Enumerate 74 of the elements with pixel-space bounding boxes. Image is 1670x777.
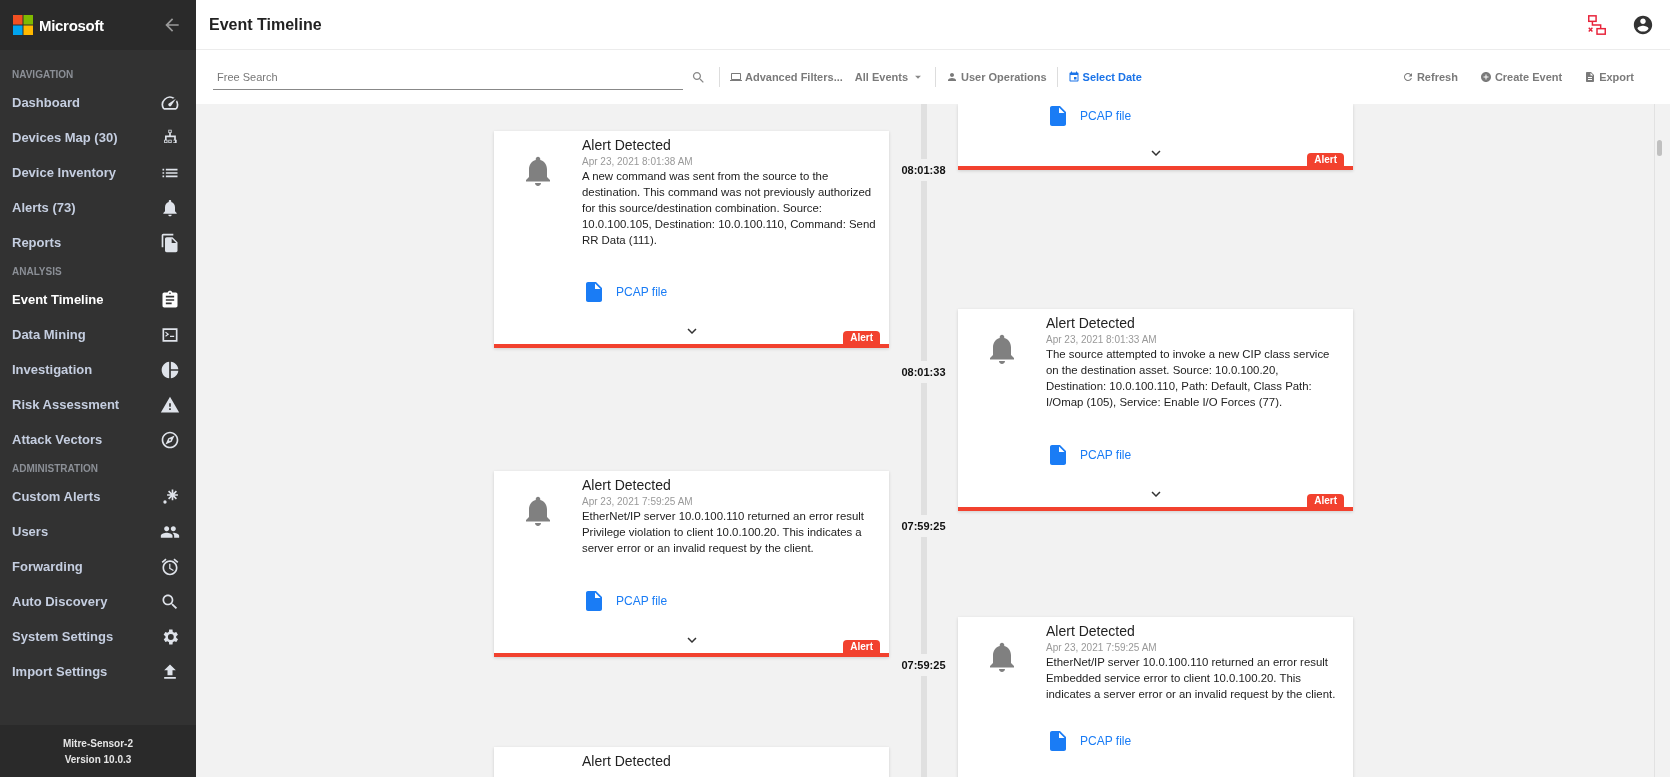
event-description: EtherNet/IP server 10.0.100.110 returned an error result Privilege violation to client 10.0.100.20. This indicates a server error or an invalid request by the client. bbox=[582, 509, 865, 556]
alert-tag: Alert bbox=[843, 640, 880, 653]
brand-name: Microsoft bbox=[39, 16, 104, 34]
timestamp-label: 07:59:25 bbox=[901, 515, 946, 537]
nav-item[interactable]: Alerts (73) bbox=[0, 190, 196, 225]
nav-item[interactable]: Investigation bbox=[0, 352, 196, 387]
event-date: Apr 23, 2021 7:59:25 AM bbox=[1046, 642, 1158, 653]
nav-item[interactable]: Risk Assessment bbox=[0, 387, 196, 422]
clipboard-icon bbox=[160, 289, 180, 310]
events-dropdown[interactable]: All Events bbox=[848, 70, 931, 84]
nav-item[interactable]: Users bbox=[0, 514, 196, 549]
action-button[interactable]: Refresh bbox=[1395, 71, 1464, 83]
nav-item[interactable]: Device Inventory bbox=[0, 155, 196, 190]
event-description: The source attempted to invoke a new CIP class service on the destination asset. Source: 10.0.100.20, Destination: 10.0.100.110, Path: Default, Class Path: I/Omap (105), Service: Enable I/O Forces (77). bbox=[1046, 347, 1331, 410]
documents-icon bbox=[160, 232, 180, 253]
timestamp-label: 08:01:38 bbox=[901, 159, 946, 181]
nav-item[interactable]: Dashboard bbox=[0, 85, 196, 120]
nav-section-heading: ANALYSIS bbox=[11, 265, 63, 279]
laptop-icon bbox=[730, 71, 742, 83]
nav-item[interactable]: System Settings bbox=[0, 619, 196, 654]
document-icon bbox=[1584, 71, 1597, 83]
nav-section-heading: ADMINISTRATION bbox=[11, 462, 99, 476]
search-icon[interactable] bbox=[691, 69, 706, 85]
event-title: Alert Detected bbox=[1046, 315, 1136, 331]
event-description: A new command was sent from the source to the destination. This command was not previously authorized for this source/destination combination. Source: 10.0.100.105, Destination: 10.0.100.110, Command: Send RR Data (111). bbox=[582, 169, 877, 248]
compass-icon bbox=[160, 429, 180, 450]
scrollbar[interactable] bbox=[1654, 104, 1662, 777]
alert-tag: Alert bbox=[1307, 494, 1344, 507]
windows-logo-icon bbox=[13, 15, 33, 35]
pcap-file-link[interactable]: PCAP file bbox=[616, 285, 668, 299]
sensor-info-text: Mitre-Sensor-2 bbox=[63, 737, 133, 749]
bell-icon bbox=[160, 197, 180, 218]
nav-section-heading: NAVIGATION bbox=[11, 68, 75, 82]
nav-item[interactable]: Devices Map (30) bbox=[0, 120, 196, 155]
pie-chart-icon bbox=[160, 359, 180, 380]
scrollbar-thumb[interactable] bbox=[1657, 140, 1662, 156]
event-title: Alert Detected bbox=[582, 137, 672, 153]
nav-item[interactable]: Custom Alerts bbox=[0, 479, 196, 514]
nav-item[interactable]: Event Timeline bbox=[0, 282, 196, 317]
event-title: Alert Detected bbox=[582, 753, 672, 769]
filter-button[interactable]: Advanced Filters... bbox=[724, 71, 849, 83]
pcap-file-link[interactable]: PCAP file bbox=[1080, 109, 1132, 123]
nav-item[interactable]: Import Settings bbox=[0, 654, 196, 689]
alert-tag: Alert bbox=[843, 331, 880, 344]
sensor-info-text: Version 10.0.3 bbox=[64, 753, 132, 765]
timestamp-label: 08:01:33 bbox=[901, 361, 946, 383]
event-description: EtherNet/IP server 10.0.100.110 returned an error result Embedded service error to client 10.0.100.20. This indicates a server error or an invalid request by the client. bbox=[1046, 655, 1337, 702]
pcap-file-link[interactable]: PCAP file bbox=[1080, 448, 1132, 462]
event-date: Apr 23, 2021 8:01:33 AM bbox=[1046, 334, 1158, 345]
filter-button[interactable]: User Operations bbox=[940, 71, 1053, 83]
nav-item[interactable]: Attack Vectors bbox=[0, 422, 196, 457]
action-button[interactable]: Create Event bbox=[1473, 71, 1569, 83]
alarm-clock-icon bbox=[160, 556, 180, 577]
calendar-icon bbox=[1067, 71, 1080, 83]
refresh-icon bbox=[1401, 71, 1414, 83]
filter-button[interactable]: Select Date bbox=[1061, 71, 1148, 83]
timestamp-label: 07:59:25 bbox=[901, 654, 946, 676]
pcap-file-link[interactable]: PCAP file bbox=[616, 594, 668, 608]
page-title: Event Timeline bbox=[209, 15, 323, 34]
network-error-icon[interactable] bbox=[1586, 13, 1608, 36]
nav-item[interactable]: Forwarding bbox=[0, 549, 196, 584]
event-date: Apr 23, 2021 7:59:25 AM bbox=[582, 496, 694, 507]
event-title: Alert Detected bbox=[582, 477, 672, 493]
nav-item[interactable]: Reports bbox=[0, 225, 196, 260]
search-field[interactable]: Free Search bbox=[213, 64, 683, 90]
nav-item[interactable]: Data Mining bbox=[0, 317, 196, 352]
alert-tag: Alert bbox=[1307, 153, 1344, 166]
action-button[interactable]: Export bbox=[1578, 71, 1640, 83]
nav-item[interactable]: Auto Discovery bbox=[0, 584, 196, 619]
event-date: Apr 23, 2021 8:01:38 AM bbox=[582, 156, 694, 167]
event-title: Alert Detected bbox=[1046, 623, 1136, 639]
pcap-file-link[interactable]: PCAP file bbox=[1080, 734, 1132, 748]
person-icon bbox=[946, 71, 958, 83]
account-icon[interactable] bbox=[1632, 13, 1654, 36]
